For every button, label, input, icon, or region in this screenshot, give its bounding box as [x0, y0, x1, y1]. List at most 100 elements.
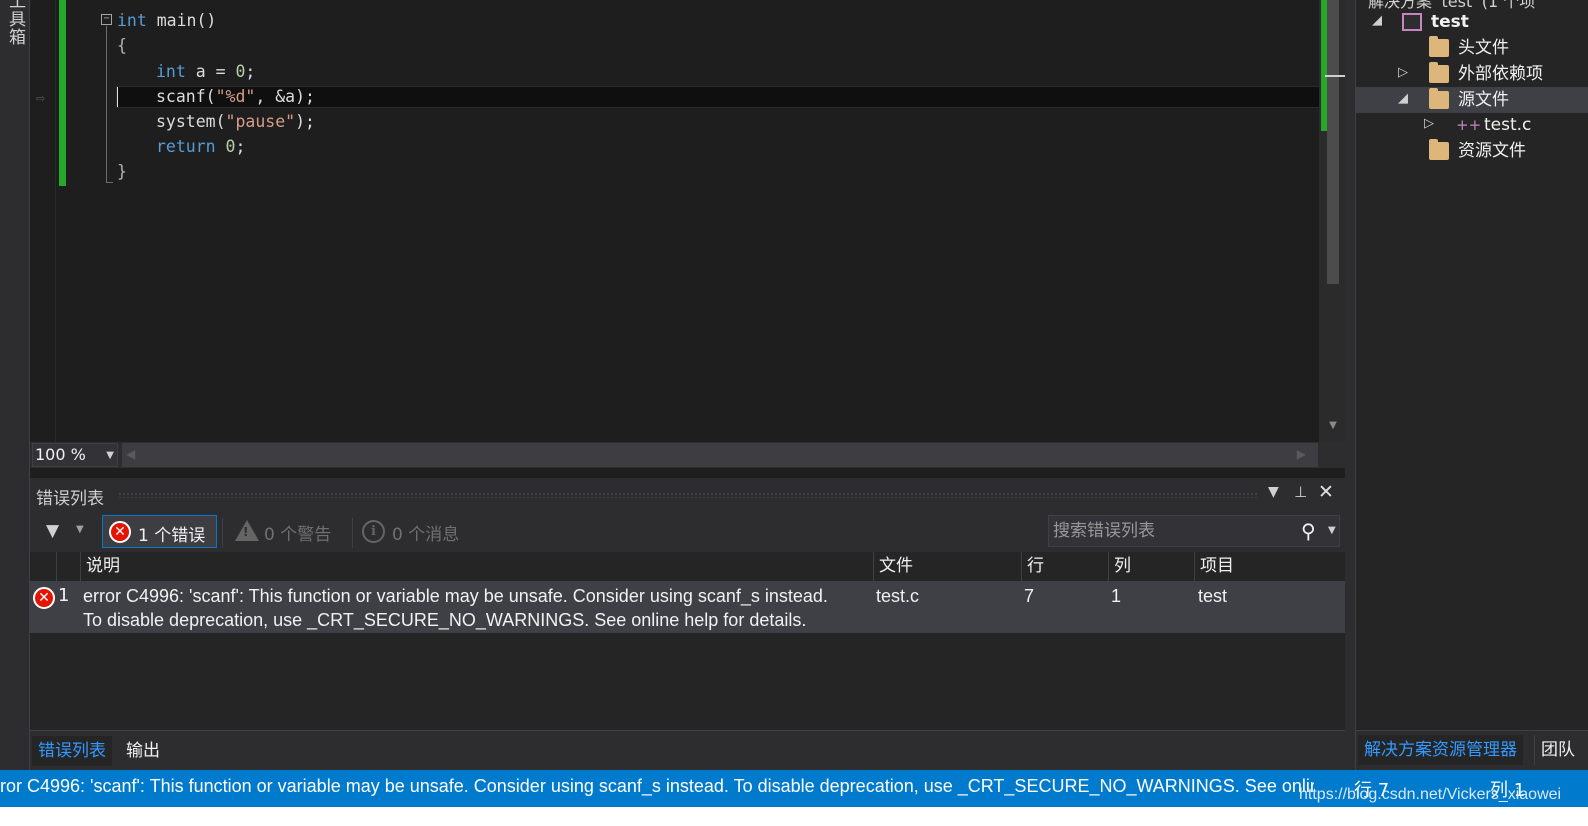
info-icon: i [362, 520, 385, 543]
search-input[interactable] [1053, 518, 1297, 544]
panel-title-bar[interactable]: 错误列表 ▼ ⊥ ✕ [30, 478, 1345, 512]
fold-guide [106, 26, 107, 183]
folder-link-icon [1429, 62, 1449, 83]
indicator-margin: ⇨ [30, 0, 56, 442]
code-area[interactable]: − int main() { int a = 0; scanf("%d", &a… [86, 0, 1348, 442]
horizontal-scrollbar[interactable]: ◀ ▶ [122, 443, 1318, 467]
warnings-count-label: 0 个警告 [264, 525, 332, 545]
watermark: https://blog.csdn.net/Vickers_xiaowei [1299, 786, 1562, 803]
error-search-box[interactable]: ⚲ ▼ [1048, 515, 1340, 547]
error-icon: ✕ [109, 521, 131, 543]
error-description-line: To disable deprecation, use _CRT_SECURE_… [83, 610, 807, 630]
tree-item-label: 源文件 [1458, 90, 1509, 110]
filter-icon[interactable]: ▼ [46, 521, 59, 541]
expanded-icon[interactable]: ◢ [1372, 13, 1382, 28]
column-header-column[interactable]: 列 [1108, 552, 1194, 581]
column-header-file[interactable]: 文件 [873, 552, 1021, 581]
code-line-1[interactable]: int main() [117, 8, 1379, 33]
zoom-value: 100 % [35, 445, 86, 464]
c-file-icon: ++ [1456, 116, 1482, 134]
expanded-icon[interactable]: ◢ [1398, 91, 1408, 106]
folder-icon [1429, 36, 1449, 57]
error-file: test.c [876, 586, 920, 606]
tab-output[interactable]: 输出 [120, 736, 166, 766]
folder-open-icon [1429, 88, 1449, 109]
fold-guide-end [106, 182, 113, 183]
scroll-right-icon[interactable]: ▶ [1297, 447, 1306, 461]
side-panel-tabs: 解决方案资源管理器 团队 [1356, 730, 1588, 770]
tree-item-label: 资源文件 [1458, 141, 1526, 161]
error-list-panel: 错误列表 ▼ ⊥ ✕ ▼ ▼ ✕ 1 个错误 ! 0 个警告 i 0 个消息 ⚲… [30, 478, 1345, 770]
chevron-down-icon[interactable]: ▼ [106, 445, 114, 467]
text-caret [117, 87, 118, 107]
bottom-edge [0, 807, 1588, 826]
zoom-select[interactable]: 100 % ▼ [32, 443, 118, 467]
tree-item-project[interactable]: ◢ test [1356, 9, 1588, 35]
column-header-blank[interactable] [56, 552, 80, 581]
divider [222, 518, 223, 548]
tree-item-test-c[interactable]: ▷ ++ test.c [1356, 112, 1588, 138]
code-line-3[interactable]: int a = 0; [156, 59, 1418, 84]
code-line-7[interactable]: } [117, 159, 1379, 184]
code-editor[interactable]: ⇨ − int main() { int a = 0; scanf("%d", … [30, 0, 1348, 478]
error-project: test [1198, 586, 1228, 606]
row-index: 1 [58, 585, 70, 606]
error-description-line: error C4996: 'scanf': This function or v… [83, 586, 828, 606]
errors-toggle-button[interactable]: ✕ 1 个错误 [102, 515, 217, 548]
close-icon[interactable]: ✕ [1318, 481, 1334, 503]
tab-solution-explorer[interactable]: 解决方案资源管理器 [1358, 735, 1523, 765]
status-bar: rror C4996: 'scanf': This function or va… [0, 770, 1588, 807]
solution-explorer: 解决方案 'test' (1 个项 ◢ test 头文件 ▷ 外部依赖项 ◢ 源… [1355, 0, 1588, 770]
title-bar-grip[interactable] [118, 492, 1258, 498]
splitter[interactable] [1345, 0, 1355, 770]
code-line-6[interactable]: return 0; [156, 134, 1418, 159]
tab-team-explorer[interactable]: 团队 [1534, 735, 1581, 765]
scroll-left-icon[interactable]: ◀ [126, 447, 135, 461]
warning-mark: ! [243, 525, 249, 539]
folder-icon [1429, 139, 1449, 160]
chevron-down-icon[interactable]: ▼ [1328, 525, 1336, 536]
bottom-panel-tabs: 错误列表 输出 [30, 730, 1345, 770]
chevron-down-icon[interactable]: ▼ [76, 524, 84, 535]
tree-item-source-files[interactable]: ◢ 源文件 [1356, 87, 1588, 113]
tree-item-resource-files[interactable]: 资源文件 [1356, 138, 1588, 164]
status-message: rror C4996: 'scanf': This function or va… [0, 776, 1314, 796]
tree-item-label: 头文件 [1458, 38, 1509, 58]
toolbox-tab[interactable]: 工具箱 [2, 0, 26, 46]
editor-bottom-bar: 100 % ▼ ◀ ▶ [30, 442, 1345, 468]
window-menu-icon[interactable]: ▼ [1268, 484, 1279, 500]
code-line-4[interactable]: scanf("%d", &a); [156, 84, 1418, 109]
collapse-icon[interactable]: − [101, 14, 112, 25]
column-header-line[interactable]: 行 [1021, 552, 1108, 581]
current-line-arrow-icon: ⇨ [36, 92, 46, 105]
tree-item-label: test.c [1484, 115, 1532, 135]
vertical-scrollbar[interactable]: ▼ [1319, 0, 1345, 442]
error-filter-toolbar: ▼ ▼ ✕ 1 个错误 ! 0 个警告 i 0 个消息 ⚲ ▼ [30, 512, 1345, 552]
tree-item-header-files[interactable]: 头文件 [1356, 35, 1588, 61]
column-header-description[interactable]: 说明 [80, 552, 873, 581]
tree-item-external-deps[interactable]: ▷ 外部依赖项 [1356, 61, 1588, 87]
scroll-down-icon[interactable]: ▼ [1326, 420, 1340, 434]
errors-count-label: 1 个错误 [138, 526, 206, 546]
toolbox-strip[interactable]: 工具箱 [0, 0, 30, 770]
error-icon: ✕ [33, 587, 55, 609]
error-grid-header: 说明 文件 行 列 项目 [30, 552, 1345, 581]
code-line-5[interactable]: system("pause"); [156, 109, 1418, 134]
collapsed-icon[interactable]: ▷ [1398, 65, 1408, 80]
messages-count-label: 0 个消息 [392, 525, 460, 545]
error-line: 7 [1024, 586, 1035, 606]
tree-item-label: 外部依赖项 [1458, 64, 1543, 84]
tab-error-list[interactable]: 错误列表 [32, 736, 112, 766]
scrollbar-thumb[interactable] [1327, 0, 1339, 284]
warnings-toggle-button[interactable]: ! 0 个警告 [225, 515, 343, 548]
search-icon[interactable]: ⚲ [1301, 519, 1316, 543]
table-row[interactable]: ✕ 1 error C4996: 'scanf': This function … [30, 581, 1345, 633]
tree-item-label: test [1431, 12, 1469, 32]
pin-icon[interactable]: ⊥ [1294, 483, 1307, 501]
collapsed-icon[interactable]: ▷ [1424, 116, 1434, 131]
messages-toggle-button[interactable]: i 0 个消息 [355, 515, 473, 548]
column-header-project[interactable]: 项目 [1194, 552, 1345, 581]
code-line-2[interactable]: { [117, 33, 1379, 58]
error-description: error C4996: 'scanf': This function or v… [83, 584, 873, 632]
change-tracking-bar [59, 0, 66, 186]
